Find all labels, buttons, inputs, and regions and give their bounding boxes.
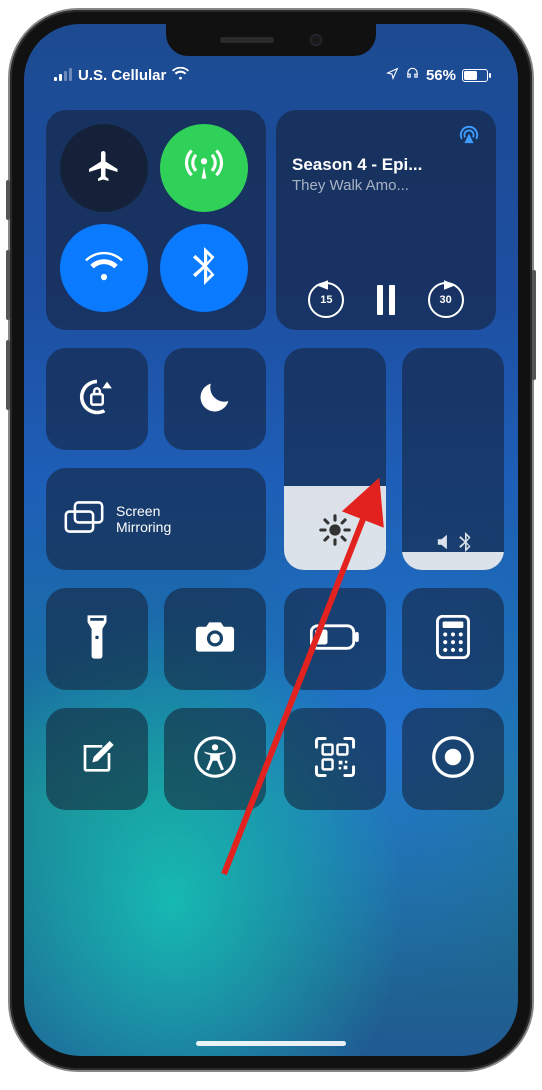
volume-down-physical: [6, 340, 10, 410]
home-indicator[interactable]: [196, 1041, 346, 1046]
flashlight-icon: [83, 614, 111, 665]
earpiece: [220, 37, 274, 43]
camera-icon: [193, 619, 237, 660]
low-power-icon: [310, 624, 360, 655]
screen-mirroring-button[interactable]: Screen Mirroring: [46, 468, 266, 570]
accessibility-shortcut-button[interactable]: [164, 708, 266, 810]
ring-switch: [6, 180, 10, 220]
media-panel[interactable]: Season 4 - Epi... They Walk Amo... 15 30: [276, 110, 496, 330]
battery-icon: [462, 69, 488, 82]
do-not-disturb-toggle[interactable]: [164, 348, 266, 450]
low-power-mode-toggle[interactable]: [284, 588, 386, 690]
bluetooth-icon: [192, 247, 216, 290]
screen-mirroring-label: Screen Mirroring: [116, 503, 171, 535]
volume-up-physical: [6, 250, 10, 320]
orientation-lock-icon: [74, 374, 120, 425]
calculator-button[interactable]: [402, 588, 504, 690]
bluetooth-toggle[interactable]: [160, 224, 248, 312]
control-center-content: Season 4 - Epi... They Walk Amo... 15 30: [46, 110, 496, 1022]
notch: [166, 24, 376, 56]
camera-button[interactable]: [164, 588, 266, 690]
volume-slider[interactable]: [402, 348, 504, 570]
media-subtitle: They Walk Amo...: [292, 177, 480, 194]
flashlight-button[interactable]: [46, 588, 148, 690]
control-center: U.S. Cellular 56%: [24, 24, 518, 1056]
seek-forward-button[interactable]: 30: [428, 282, 464, 318]
cellular-signal-icon: [54, 69, 72, 81]
cellular-antenna-icon: [185, 147, 223, 190]
qr-code-scanner-button[interactable]: [284, 708, 386, 810]
seek-back-label: 15: [320, 294, 332, 306]
carrier-label: U.S. Cellular: [78, 67, 166, 84]
wifi-icon: [172, 67, 189, 84]
cellular-data-toggle[interactable]: [160, 124, 248, 212]
wifi-icon: [85, 251, 123, 286]
location-icon: [386, 67, 399, 84]
accessibility-icon: [193, 735, 237, 784]
connectivity-panel[interactable]: [46, 110, 266, 330]
airplay-icon[interactable]: [458, 124, 480, 149]
media-title: Season 4 - Epi...: [292, 155, 480, 175]
side-button-physical: [532, 270, 536, 380]
seek-back-button[interactable]: 15: [308, 282, 344, 318]
qr-code-icon: [314, 736, 356, 783]
screen-record-icon: [431, 735, 475, 784]
screen-record-button[interactable]: [402, 708, 504, 810]
compose-icon: [77, 737, 117, 782]
brightness-slider[interactable]: [284, 348, 386, 570]
battery-percent-label: 56%: [426, 67, 456, 84]
new-note-button[interactable]: [46, 708, 148, 810]
iphone-device-frame: U.S. Cellular 56%: [10, 10, 532, 1070]
moon-icon: [195, 377, 235, 422]
airplane-icon: [86, 148, 122, 189]
seek-fwd-label: 30: [440, 294, 452, 306]
play-pause-button[interactable]: [377, 285, 395, 315]
volume-bluetooth-icon: [435, 532, 471, 552]
headphones-icon: [405, 66, 420, 84]
wifi-toggle[interactable]: [60, 224, 148, 312]
front-camera: [310, 34, 322, 46]
screen-mirroring-icon: [64, 500, 104, 539]
airplane-mode-toggle[interactable]: [60, 124, 148, 212]
calculator-icon: [436, 615, 470, 664]
brightness-icon: [318, 513, 352, 552]
status-bar: U.S. Cellular 56%: [24, 66, 518, 84]
orientation-lock-toggle[interactable]: [46, 348, 148, 450]
